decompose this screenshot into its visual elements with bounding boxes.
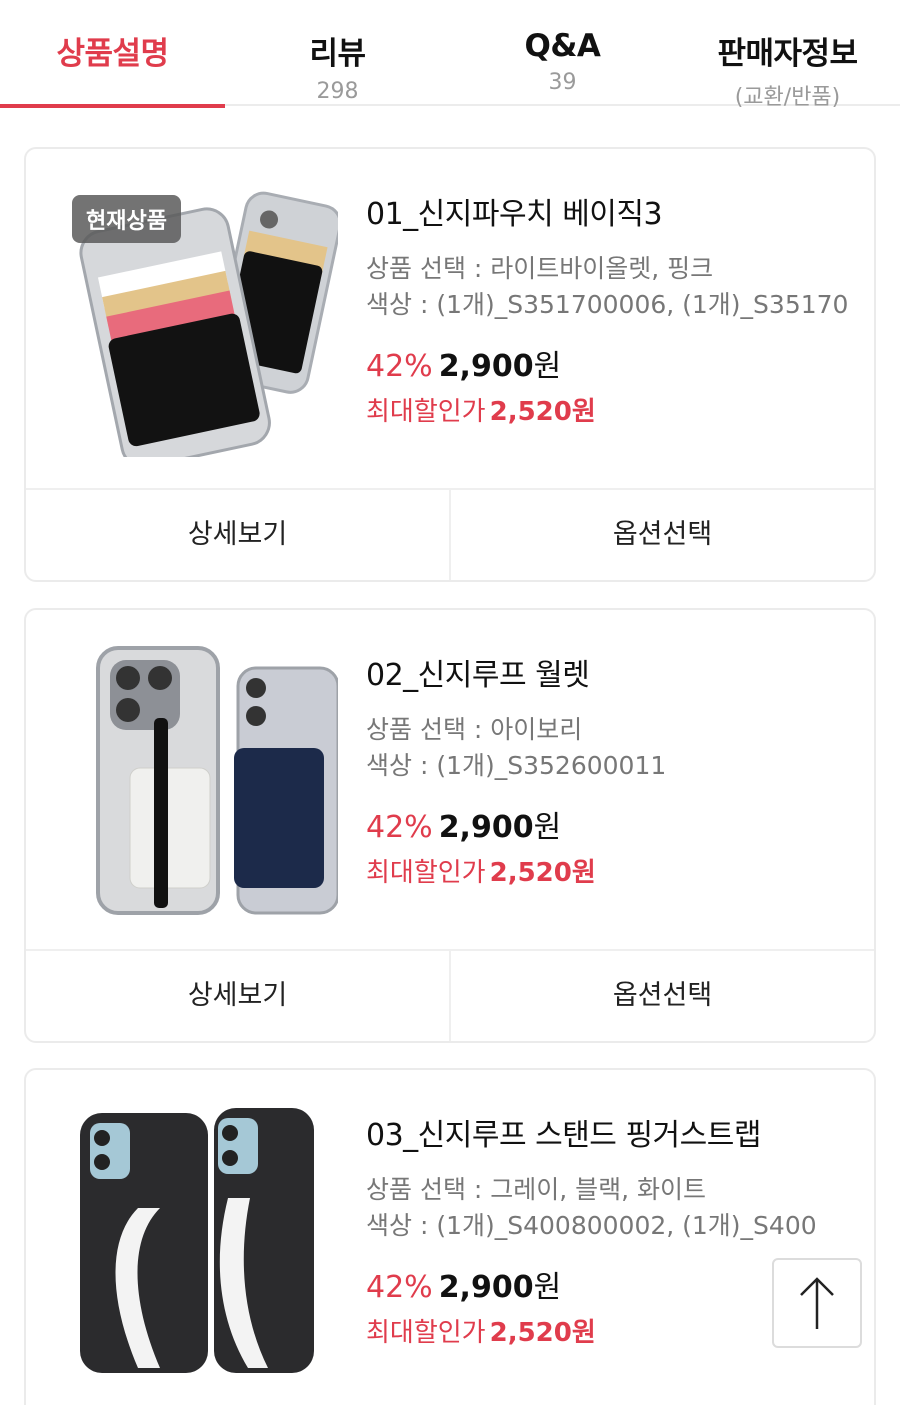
product-card: 03_신지루프 스탠드 핑거스트랩 상품 선택 : 그레이, 블랙, 화이트 색… (24, 1068, 876, 1405)
scroll-top-button[interactable] (772, 1258, 862, 1348)
current-product-badge: 현재상품 (72, 195, 181, 243)
product-name[interactable]: 03_신지루프 스탠드 핑거스트랩 (366, 1110, 854, 1154)
detail-button[interactable]: 상세보기 (26, 490, 449, 580)
card-actions: 상세보기 옵션선택 (26, 949, 874, 1041)
max-discount-price: 2,520원 (489, 397, 596, 427)
option-select-button[interactable]: 옵션선택 (449, 490, 874, 580)
discount-rate: 42% (366, 810, 433, 845)
sale-price: 2,900 (438, 1270, 534, 1305)
max-discount-price: 2,520원 (489, 858, 596, 888)
price-row: 42% 2,900원 (366, 341, 854, 385)
card-actions: 상세보기 옵션선택 (26, 488, 874, 580)
product-option: 상품 선택 : 아이보리 (366, 715, 583, 744)
max-discount: 최대할인가 2,520원 (366, 391, 854, 428)
price-row: 42% 2,900원 (366, 802, 854, 846)
currency-unit: 원 (533, 810, 562, 845)
tab-label: 상품설명 (56, 36, 169, 72)
max-discount-label: 최대할인가 (366, 1318, 486, 1348)
tab-product-description[interactable]: 상품설명 (0, 0, 225, 108)
product-info: 01_신지파우치 베이직3 상품 선택 : 라이트바이올렛, 핑크 색상 : (… (366, 189, 854, 428)
tab-count: 39 (548, 70, 577, 95)
product-name[interactable]: 01_신지파우치 베이직3 (366, 189, 854, 233)
tab-label: 판매자정보 (717, 36, 858, 72)
sale-price: 2,900 (438, 810, 534, 845)
product-color: 색상 : (1개)_S351700006, (1개)_S35170 (366, 290, 849, 319)
max-discount: 최대할인가 2,520원 (366, 852, 854, 889)
arrow-up-icon (800, 1277, 834, 1329)
product-color: 색상 : (1개)_S400800002, (1개)_S400 (366, 1211, 817, 1240)
tab-seller-info[interactable]: 판매자정보 (교환/반품) (675, 0, 900, 110)
tab-sublabel: (교환/반품) (734, 85, 841, 110)
tab-bar: 상품설명 리뷰 298 Q&A 39 판매자정보 (교환/반품) (0, 0, 900, 110)
max-discount-label: 최대할인가 (366, 858, 486, 888)
product-name[interactable]: 02_신지루프 월렛 (366, 650, 854, 694)
product-image[interactable] (68, 638, 338, 918)
max-discount-price: 2,520원 (489, 1318, 596, 1348)
product-info: 02_신지루프 월렛 상품 선택 : 아이보리 색상 : (1개)_S35260… (366, 650, 854, 889)
tab-count: 298 (316, 79, 359, 104)
discount-rate: 42% (366, 349, 433, 384)
discount-rate: 42% (366, 1270, 433, 1305)
currency-unit: 원 (533, 1270, 562, 1305)
currency-unit: 원 (533, 349, 562, 384)
tab-qna[interactable]: Q&A 39 (450, 0, 675, 106)
product-option: 상품 선택 : 라이트바이올렛, 핑크 (366, 254, 714, 283)
option-select-button[interactable]: 옵션선택 (449, 951, 874, 1041)
product-card: 02_신지루프 월렛 상품 선택 : 아이보리 색상 : (1개)_S35260… (24, 608, 876, 1043)
sale-price: 2,900 (438, 349, 534, 384)
tab-label: 리뷰 (309, 36, 366, 72)
product-option: 상품 선택 : 그레이, 블랙, 화이트 (366, 1175, 707, 1204)
product-card: 현재상품 01_신지파우치 베이직3 상품 선택 : 라이트바이올렛, 핑크 색… (24, 147, 876, 582)
tab-reviews[interactable]: 리뷰 298 (225, 0, 450, 106)
detail-button[interactable]: 상세보기 (26, 951, 449, 1041)
product-color: 색상 : (1개)_S352600011 (366, 751, 667, 780)
tab-label: Q&A (524, 28, 601, 64)
max-discount-label: 최대할인가 (366, 397, 486, 427)
product-image[interactable] (68, 1098, 338, 1378)
